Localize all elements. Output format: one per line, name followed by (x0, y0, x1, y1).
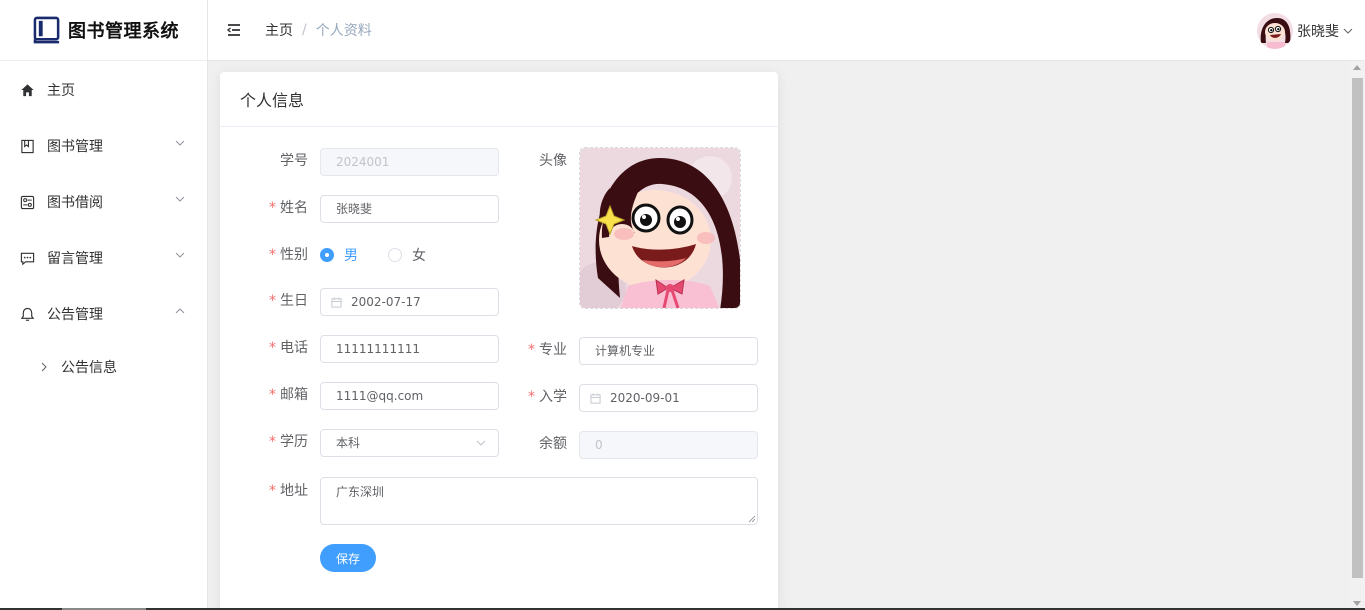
chevron-down-icon (1343, 28, 1353, 34)
scroll-up-arrow-icon[interactable] (1353, 65, 1361, 70)
major-label: * 专业 (528, 342, 567, 358)
resize-handle-icon[interactable] (748, 515, 756, 523)
address-label: * 地址 (269, 483, 308, 499)
radio-checked-icon (320, 248, 334, 262)
sidebar-item-home[interactable]: 主页 (0, 62, 207, 118)
user-dropdown[interactable]: 张晓斐 (1257, 13, 1353, 49)
sidebar-subitem-notice-info[interactable]: 公告信息 (0, 342, 207, 392)
home-icon (19, 82, 35, 98)
sidebar-subitem-label: 公告信息 (61, 360, 117, 376)
chevron-down-icon (476, 440, 486, 446)
chevron-down-icon (175, 252, 185, 258)
avatar-image (580, 148, 740, 308)
book-logo-icon (33, 16, 60, 43)
name-label: * 姓名 (269, 200, 308, 216)
chevron-down-icon (175, 140, 185, 146)
borrow-icon (19, 194, 35, 210)
sidebar-item-message-manage[interactable]: 留言管理 (0, 230, 207, 286)
name-input[interactable]: 张晓斐 (320, 195, 499, 223)
menu-fold-icon[interactable] (225, 21, 243, 39)
sidebar-item-label: 图书管理 (47, 139, 103, 155)
address-textarea[interactable]: 广东深圳 (320, 477, 758, 525)
sidebar-item-label: 主页 (47, 83, 75, 99)
education-select[interactable]: 本科 (320, 429, 499, 457)
sidebar-item-label: 留言管理 (47, 251, 103, 267)
enroll-date-picker[interactable]: 2020-09-01 (579, 384, 758, 412)
scroll-thumb[interactable] (1352, 78, 1363, 578)
gender-radio-female[interactable]: 女 (388, 241, 426, 269)
breadcrumb-home[interactable]: 主页 (265, 20, 293, 40)
breadcrumb-separator: / (302, 22, 307, 38)
chevron-up-icon (175, 308, 185, 314)
student-id-input: 2024001 (320, 148, 499, 176)
sidebar-item-notice-manage[interactable]: 公告管理 (0, 286, 207, 342)
calendar-icon (331, 297, 342, 308)
breadcrumb-current: 个人资料 (315, 23, 372, 39)
birthday-date-picker[interactable]: 2002-07-17 (320, 288, 499, 316)
save-button[interactable]: 保存 (320, 544, 376, 572)
scroll-down-arrow-icon[interactable] (1353, 601, 1361, 606)
avatar-uploader[interactable] (579, 147, 741, 309)
student-id-label: 学号 (280, 153, 308, 169)
birthday-label: * 生日 (269, 293, 308, 309)
email-label: * 邮箱 (269, 387, 308, 403)
card-title: 个人信息 (220, 72, 778, 127)
sidebar-item-book-borrow[interactable]: 图书借阅 (0, 174, 207, 230)
sidebar-item-book-manage[interactable]: 图书管理 (0, 118, 207, 174)
phone-input[interactable]: 11111111111 (320, 335, 499, 363)
app-title: 图书管理系统 (68, 21, 179, 42)
message-icon (19, 250, 35, 266)
chevron-down-icon (175, 196, 185, 202)
phone-label: * 电话 (269, 340, 308, 356)
email-input[interactable]: 1111@qq.com (320, 382, 499, 410)
calendar-icon (590, 393, 601, 404)
logo[interactable]: 图书管理系统 (0, 0, 207, 61)
sidebar-item-label: 图书借阅 (47, 195, 103, 211)
avatar-label: 头像 (539, 153, 567, 169)
balance-input: 0 (579, 431, 758, 459)
top-header: 主页 / 个人资料 张晓斐 (208, 0, 1365, 61)
gender-radio-male[interactable]: 男 (320, 241, 358, 269)
education-label: * 学历 (269, 434, 308, 450)
major-input[interactable]: 计算机专业 (579, 337, 758, 365)
bell-icon (19, 306, 35, 322)
avatar (1257, 13, 1293, 49)
sidebar: 图书管理系统 主页 图书管理 图书借阅 留言管理 公告管理 公告信息 (0, 0, 208, 610)
sidebar-item-label: 公告管理 (47, 307, 103, 323)
radio-unchecked-icon (388, 248, 402, 262)
gender-label: * 性别 (269, 247, 308, 263)
balance-label: 余额 (539, 436, 567, 452)
user-name: 张晓斐 (1297, 24, 1339, 40)
book-icon (19, 138, 35, 154)
page-scrollbar[interactable] (1350, 61, 1365, 610)
chevron-right-icon (41, 362, 47, 372)
enroll-label: * 入学 (528, 389, 567, 405)
